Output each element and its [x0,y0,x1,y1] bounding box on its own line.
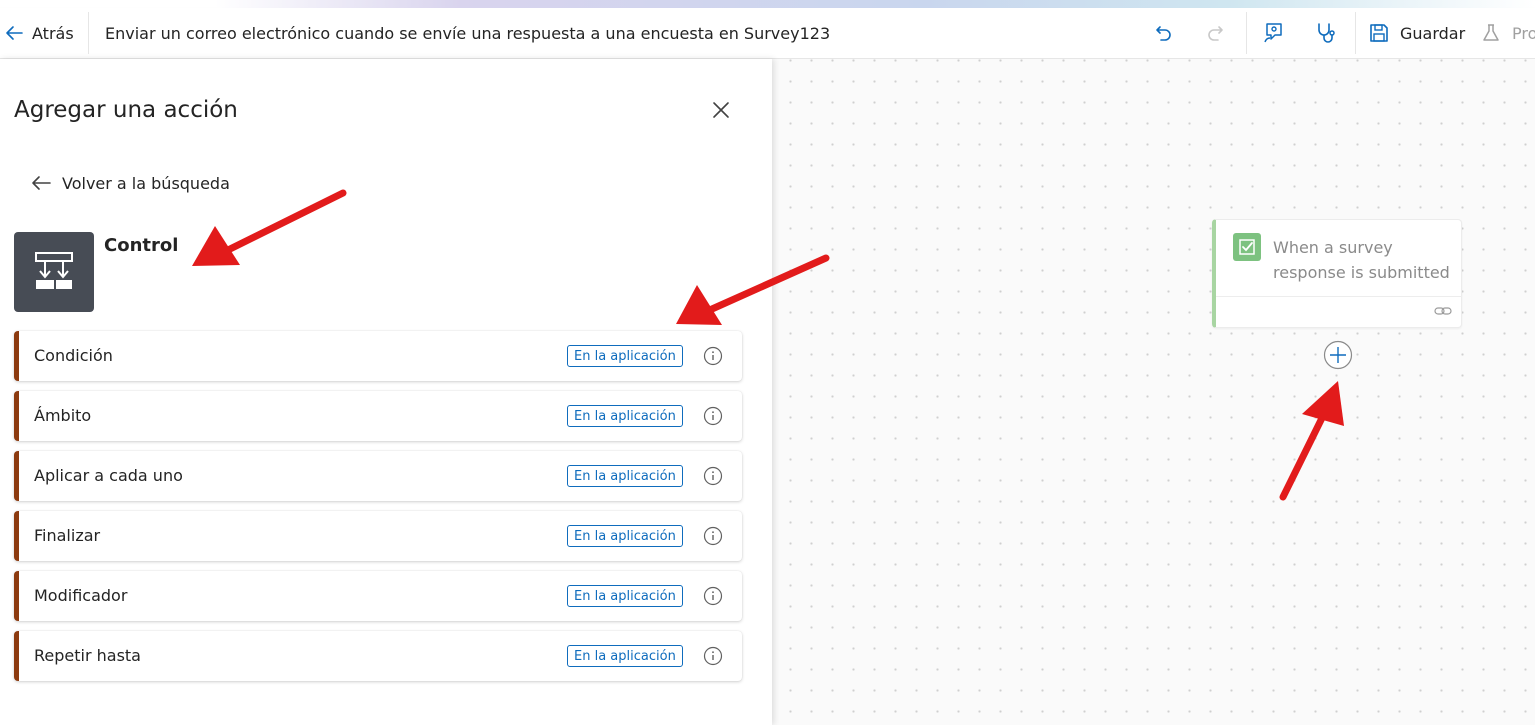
undo-icon [1156,26,1171,41]
action-list: Condición En la aplicación Ámbito En la … [14,331,742,691]
back-arrow-icon [32,176,51,190]
action-item-ambito[interactable]: Ámbito En la aplicación [14,391,742,441]
redo-button[interactable] [1202,20,1228,46]
survey-icon [1233,233,1261,261]
header-divider [1246,12,1247,54]
action-name: Repetir hasta [34,646,141,665]
panel-title: Agregar una acción [14,97,238,123]
action-item-finalizar[interactable]: Finalizar En la aplicación [14,511,742,561]
close-icon [713,102,729,118]
designer-canvas[interactable] [772,59,1535,725]
in-app-badge: En la aplicación [567,525,683,547]
header-divider [1355,12,1356,54]
test-button[interactable]: Pro [1480,20,1535,46]
redo-icon [1208,26,1223,41]
add-action-panel: Agregar una acción Volver a la búsqueda … [0,59,772,725]
action-name: Modificador [34,586,128,605]
copilot-icon [1264,23,1282,43]
trigger-title: When a survey response is submitted [1273,238,1450,282]
action-name: Condición [34,346,113,365]
flow-title: Enviar un correo electrónico cuando se e… [105,24,831,43]
action-item-modificador[interactable]: Modificador En la aplicación [14,571,742,621]
copilot-button[interactable] [1261,20,1287,46]
info-icon[interactable] [702,645,724,667]
info-icon[interactable] [702,405,724,427]
save-icon [1370,24,1388,42]
info-icon[interactable] [702,525,724,547]
in-app-badge: En la aplicación [567,405,683,427]
action-name: Finalizar [34,526,101,545]
top-gradient-strip [0,0,1535,8]
in-app-badge: En la aplicación [567,345,683,367]
back-arrow-icon [6,26,23,40]
back-to-search-label: Volver a la búsqueda [62,173,230,193]
flow-checker-button[interactable] [1312,20,1338,46]
flow-checker-icon [1318,23,1335,43]
close-button[interactable] [706,95,736,125]
in-app-badge: En la aplicación [567,585,683,607]
header-bar: Atrás Enviar un correo electrónico cuand… [0,8,1535,59]
action-item-condicion[interactable]: Condición En la aplicación [14,331,742,381]
header-divider [88,12,89,54]
action-name: Aplicar a cada uno [34,466,183,485]
connector-name: Control [104,235,179,256]
test-label: Pro [1512,23,1535,43]
in-app-badge: En la aplicación [567,465,683,487]
test-flask-icon [1483,24,1499,41]
add-step-icon[interactable] [1323,340,1353,370]
back-button[interactable]: Atrás [4,21,74,45]
info-icon[interactable] [702,345,724,367]
trigger-divider [1216,296,1462,297]
action-name: Ámbito [34,406,92,425]
action-item-repetir-hasta[interactable]: Repetir hasta En la aplicación [14,631,742,681]
undo-button[interactable] [1151,20,1177,46]
link-icon [1434,307,1452,315]
trigger-card[interactable]: When a survey response is submitted [1212,219,1462,328]
back-to-search-link[interactable]: Volver a la búsqueda [30,171,230,195]
back-label: Atrás [32,23,74,43]
action-item-aplicar-a-cada-uno[interactable]: Aplicar a cada uno En la aplicación [14,451,742,501]
save-button[interactable]: Guardar [1368,20,1465,46]
in-app-badge: En la aplicación [567,645,683,667]
info-icon[interactable] [702,585,724,607]
info-icon[interactable] [702,465,724,487]
control-icon [14,232,94,312]
save-label: Guardar [1400,23,1466,43]
